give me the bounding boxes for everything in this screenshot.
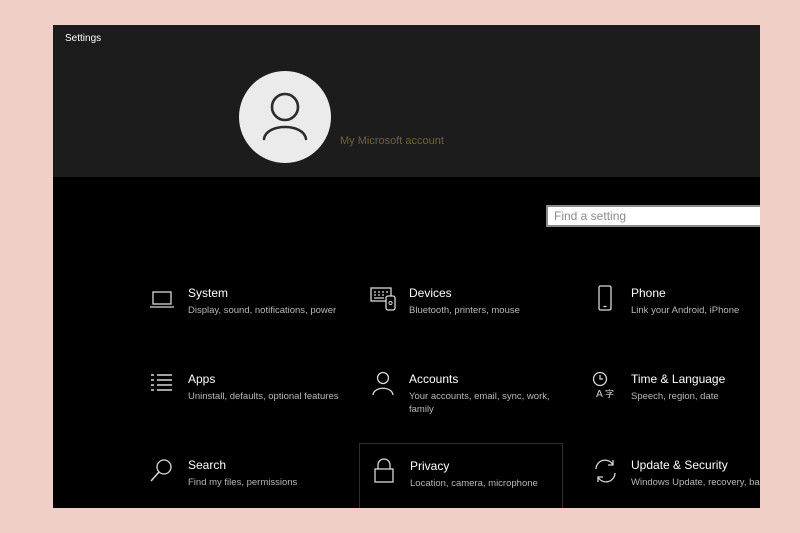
tile-name: System	[188, 286, 229, 300]
phone-icon	[598, 285, 612, 311]
laptop-icon	[150, 291, 174, 308]
tile-privacy[interactable]: Privacy Location, camera, microphone	[359, 443, 563, 508]
tile-description: Your accounts, email, sync, work, family	[409, 391, 550, 415]
tile-name: Phone	[631, 286, 666, 300]
person-icon	[372, 371, 394, 396]
tile-phone[interactable]: Phone Link your Android, iPhone	[591, 284, 760, 346]
lock-icon	[374, 458, 394, 483]
magnifier-icon	[150, 459, 172, 482]
search-input[interactable]	[548, 207, 760, 225]
user-avatar-icon	[262, 92, 308, 141]
search-box[interactable]	[546, 205, 760, 227]
tile-description: Location, camera, microphone	[410, 478, 538, 489]
tile-description: Display, sound, notifications, power	[188, 305, 337, 316]
tile-description: Find my files, permissions	[188, 477, 298, 488]
tile-description: Windows Update, recovery, backup	[631, 477, 760, 488]
tile-name: Accounts	[409, 372, 459, 386]
svg-text:A: A	[596, 389, 603, 400]
window-title: Settings	[65, 33, 102, 44]
tile-description: Bluetooth, printers, mouse	[409, 305, 520, 316]
tile-description: Uninstall, defaults, optional features	[188, 391, 339, 402]
keyboard-devices-icon	[370, 287, 396, 311]
settings-window: Settings My Microsoft account System Dis…	[53, 25, 760, 508]
tile-description: Link your Android, iPhone	[631, 305, 740, 316]
svg-text:字: 字	[605, 388, 614, 400]
apps-list-icon	[151, 374, 172, 391]
tile-description: Speech, region, date	[631, 391, 719, 402]
tile-name: Devices	[409, 286, 452, 300]
tile-update-security[interactable]: Update & Security Windows Update, recove…	[591, 456, 760, 508]
microsoft-account-link[interactable]: My Microsoft account	[340, 135, 444, 147]
tile-name: Apps	[188, 372, 216, 386]
tile-name: Search	[188, 458, 227, 472]
tile-apps[interactable]: Apps Uninstall, defaults, optional featu…	[148, 370, 352, 432]
sync-arrows-icon	[595, 459, 616, 483]
tile-devices[interactable]: Devices Bluetooth, printers, mouse	[369, 284, 573, 346]
tile-name: Update & Security	[631, 458, 728, 472]
tile-system[interactable]: System Display, sound, notifications, po…	[148, 284, 352, 346]
time-language-icon: A 字	[592, 371, 614, 400]
tile-accounts[interactable]: Accounts Your accounts, email, sync, wor…	[369, 370, 573, 432]
tile-search[interactable]: Search Find my files, permissions	[148, 456, 352, 508]
tile-name: Time & Language	[631, 372, 726, 386]
avatar[interactable]	[239, 71, 331, 163]
account-header: Settings My Microsoft account	[53, 25, 760, 177]
tile-name: Privacy	[410, 459, 450, 473]
tile-time-language[interactable]: A 字 Time & Language Speech, region, date	[591, 370, 760, 432]
